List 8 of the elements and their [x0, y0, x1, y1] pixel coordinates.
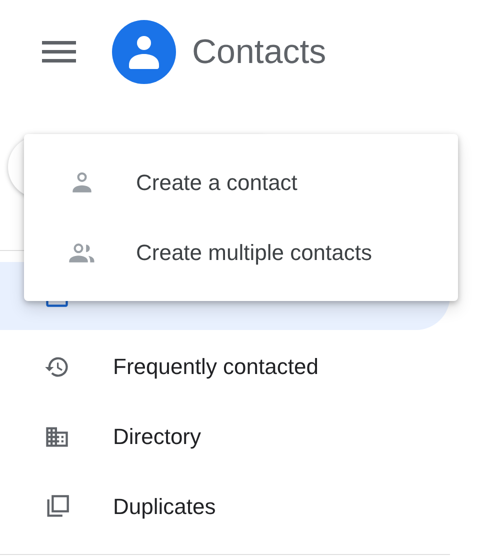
- menu-item[interactable]: Create a contact: [24, 148, 458, 218]
- person-logo-icon: [112, 20, 176, 84]
- nav-item[interactable]: Directory: [0, 402, 450, 472]
- nav-item[interactable]: Frequently contacted: [0, 332, 450, 402]
- menu-icon[interactable]: [42, 41, 76, 63]
- menu-item[interactable]: Create multiple contacts: [24, 218, 458, 288]
- nav-item[interactable]: Duplicates: [0, 472, 450, 542]
- app-title: Contacts: [192, 32, 326, 72]
